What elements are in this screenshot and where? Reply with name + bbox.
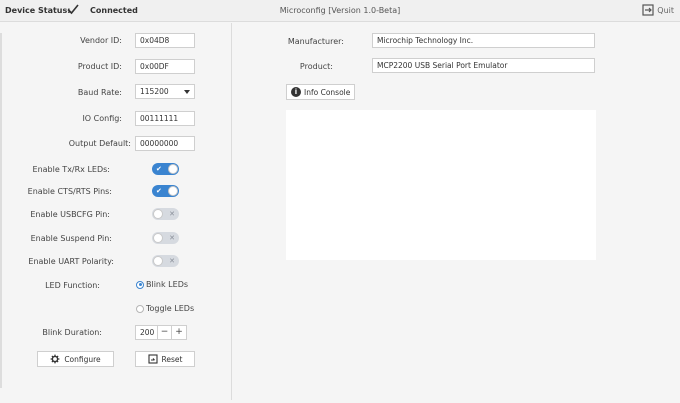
info-icon: i (291, 87, 301, 97)
radio-unselected-icon (136, 304, 144, 313)
info-console-area[interactable] (286, 110, 596, 260)
toggle-knob (153, 256, 163, 266)
product-id-input[interactable]: 0x00DF (135, 59, 195, 74)
blink-duration-stepper[interactable]: 200 − + (135, 325, 187, 340)
baud-rate-select[interactable]: 115200 (135, 84, 195, 99)
quit-label: Quit (657, 5, 674, 15)
toggle-knob (153, 233, 163, 243)
vendor-id-input[interactable]: 0x04D8 (135, 33, 195, 48)
tx-rx-leds-toggle[interactable]: ✔ (152, 163, 179, 175)
manufacturer-input[interactable]: Microchip Technology Inc. (372, 33, 595, 48)
quit-button[interactable]: Quit (642, 4, 674, 16)
suspend-pin-toggle[interactable]: ✕ (152, 232, 179, 244)
toggle-label-tx-rx-leds: Enable Tx/Rx LEDs: (32, 165, 110, 174)
close-icon: ✕ (169, 234, 175, 242)
vendor-id-label: Vendor ID: (80, 36, 122, 45)
uart-polarity-toggle[interactable]: ✕ (152, 255, 179, 267)
panel-edge-divider (0, 33, 2, 388)
product-label: Product: (299, 62, 333, 71)
usbcfg-pin-toggle[interactable]: ✕ (152, 208, 179, 220)
blink-duration-value[interactable]: 200 (136, 326, 158, 339)
reset-icon (147, 354, 158, 364)
cts-rts-pins-toggle[interactable]: ✔ (152, 185, 179, 197)
blink-duration-label: Blink Duration: (42, 328, 102, 337)
info-console-button[interactable]: i Info Console (286, 84, 356, 100)
toggle-label-usbcfg-pin: Enable USBCFG Pin: (30, 210, 110, 219)
toggle-label-uart-polarity: Enable UART Polarity: (28, 257, 114, 266)
radio-blink-leds[interactable]: Blink LEDs (136, 280, 188, 289)
baud-rate-label: Baud Rate: (77, 88, 122, 97)
radio-label-blink-leds: Blink LEDs (146, 280, 189, 289)
product-id-label: Product ID: (77, 62, 122, 71)
close-icon: ✕ (169, 210, 175, 218)
top-bar: Device Status: Connected Microconfig [Ve… (0, 0, 680, 22)
baud-rate-value: 115200 (140, 87, 169, 96)
io-config-label: IO Config: (82, 114, 122, 123)
toggle-label-suspend-pin: Enable Suspend Pin: (30, 234, 112, 243)
configure-button[interactable]: Configure (37, 351, 114, 367)
toggle-knob (153, 209, 163, 219)
gear-icon (50, 354, 60, 364)
toggle-knob (168, 164, 178, 174)
manufacturer-label: Manufacturer: (287, 37, 344, 46)
window-title: Microconfig [Version 1.0-Beta] (279, 6, 401, 15)
configure-label: Configure (64, 354, 101, 364)
info-console-label: Info Console (304, 87, 351, 97)
radio-toggle-leds[interactable]: Toggle LEDs (136, 304, 194, 313)
toggle-knob (168, 186, 178, 196)
product-input[interactable]: MCP2200 USB Serial Port Emulator (372, 58, 595, 73)
decrement-button[interactable]: − (158, 326, 172, 339)
led-function-label: LED Function: (45, 281, 100, 290)
check-icon: ✔ (156, 187, 162, 195)
check-icon: ✔ (156, 165, 162, 173)
radio-label-toggle-leds: Toggle LEDs (146, 304, 195, 313)
reset-button[interactable]: Reset (135, 351, 195, 367)
reset-label: Reset (161, 354, 183, 364)
toggle-label-cts-rts-pins: Enable CTS/RTS Pins: (27, 187, 112, 196)
increment-button[interactable]: + (172, 326, 186, 339)
output-default-input[interactable]: 00000000 (135, 136, 195, 151)
close-icon: ✕ (169, 257, 175, 265)
output-default-label: Output Default: (68, 139, 131, 148)
radio-selected-icon (136, 280, 144, 289)
exit-icon (642, 4, 654, 16)
chevron-down-icon (184, 90, 190, 94)
io-config-input[interactable]: 00111111 (135, 111, 195, 126)
